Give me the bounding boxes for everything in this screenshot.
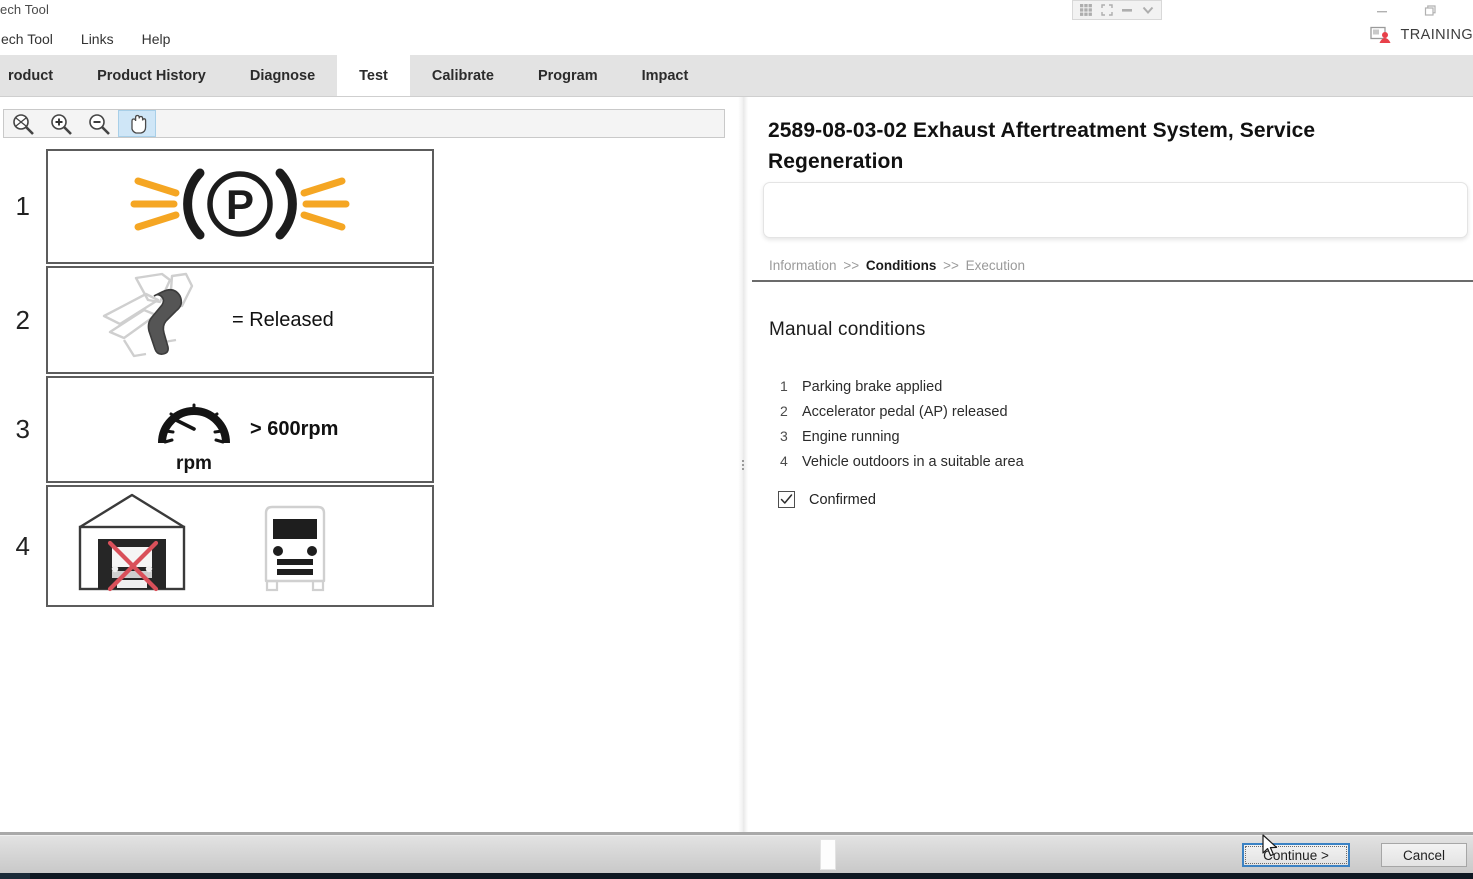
tab-product-history[interactable]: Product History bbox=[75, 55, 228, 96]
section-heading: Manual conditions bbox=[769, 319, 926, 340]
svg-text:P: P bbox=[226, 181, 254, 228]
training-user-icon bbox=[1369, 26, 1392, 44]
floating-overlay-toolbar[interactable] bbox=[1072, 0, 1162, 20]
tachometer-icon: rpm bbox=[154, 381, 234, 478]
confirmed-label: Confirmed bbox=[809, 491, 876, 508]
zoom-in-icon[interactable] bbox=[42, 110, 80, 137]
horizontal-scrollbar-thumb[interactable] bbox=[820, 839, 836, 870]
illustration-panel: 1 P 2 = Released 3 rpm > 600rpm 4 bbox=[0, 97, 740, 832]
tab-program[interactable]: Program bbox=[516, 55, 620, 96]
minimize-icon[interactable] bbox=[1375, 4, 1389, 18]
garage-no-truck-outdoors-truck-icon bbox=[70, 489, 390, 604]
menu-item-help[interactable]: Help bbox=[128, 26, 185, 52]
breadcrumb-item-conditions[interactable]: Conditions bbox=[866, 258, 937, 273]
menu-bar: ech Tool Links Help bbox=[0, 22, 1473, 55]
breadcrumb-separator: >> bbox=[843, 258, 860, 273]
chevron-down-icon[interactable] bbox=[1141, 3, 1155, 17]
illustration-box bbox=[46, 485, 434, 607]
tab-product[interactable]: roduct bbox=[0, 55, 75, 96]
breadcrumb-separator: >> bbox=[943, 258, 959, 273]
minimize-dash-icon[interactable] bbox=[1120, 3, 1134, 17]
expand-icon[interactable] bbox=[1100, 3, 1114, 17]
checkmark-icon bbox=[780, 494, 793, 504]
note-box bbox=[763, 182, 1468, 238]
illustration-item: 4 bbox=[0, 485, 740, 607]
illustration-box: = Released bbox=[46, 266, 434, 374]
breadcrumb-item-execution[interactable]: Execution bbox=[966, 258, 1025, 273]
illustration-number: 2 bbox=[15, 304, 30, 335]
accelerator-pedal-icon bbox=[100, 270, 210, 370]
list-item: 2 Accelerator pedal (AP) released bbox=[780, 403, 1380, 420]
zoom-fit-icon[interactable] bbox=[4, 110, 42, 137]
zoom-out-icon[interactable] bbox=[80, 110, 118, 137]
illustration-number: 4 bbox=[15, 530, 30, 561]
screen-bottom-edge bbox=[0, 873, 1473, 879]
training-label: TRAINING bbox=[1400, 27, 1473, 43]
condition-text: Vehicle outdoors in a suitable area bbox=[802, 454, 1024, 470]
confirmed-checkbox[interactable] bbox=[778, 491, 795, 508]
illustration-number: 3 bbox=[15, 414, 30, 444]
list-item: 4 Vehicle outdoors in a suitable area bbox=[780, 453, 1380, 470]
condition-text: Engine running bbox=[802, 429, 900, 445]
condition-text: Parking brake applied bbox=[802, 379, 943, 395]
gauge-unit-label: rpm bbox=[176, 453, 212, 473]
illustration-box: P bbox=[46, 149, 434, 264]
cancel-button[interactable]: Cancel bbox=[1381, 843, 1467, 867]
window-title: ech Tool bbox=[0, 2, 49, 17]
panel-splitter[interactable] bbox=[738, 97, 748, 832]
window-controls bbox=[1345, 0, 1465, 22]
conditions-list: 1 Parking brake applied 2 Accelerator pe… bbox=[780, 378, 1380, 478]
breadcrumb: Information >> Conditions >> Execution bbox=[769, 258, 1025, 273]
screen-bottom-left-edge bbox=[0, 873, 30, 879]
breadcrumb-item-information[interactable]: Information bbox=[769, 258, 837, 273]
page-title: 2589-08-03-02 Exhaust Aftertreatment Sys… bbox=[768, 119, 1316, 173]
illustration-list: 1 P 2 = Released 3 rpm > 600rpm 4 bbox=[0, 149, 740, 609]
illustration-item: 1 P bbox=[0, 149, 740, 264]
restore-icon[interactable] bbox=[1423, 4, 1437, 18]
training-indicator: TRAINING bbox=[1369, 26, 1473, 44]
menu-item-tech-tool[interactable]: ech Tool bbox=[0, 26, 67, 52]
condition-number: 1 bbox=[780, 378, 788, 394]
illustration-item: 3 rpm > 600rpm bbox=[0, 376, 740, 483]
tab-impact[interactable]: Impact bbox=[620, 55, 711, 96]
application-window: ech Tool ech Tool Links Help TRAINING ro… bbox=[0, 0, 1473, 879]
main-tab-bar: roduct Product History Diagnose Test Cal… bbox=[0, 55, 1473, 97]
illustration-label: = Released bbox=[232, 308, 334, 331]
condition-number: 3 bbox=[780, 428, 788, 444]
image-toolbar bbox=[3, 109, 725, 138]
illustration-box: rpm > 600rpm bbox=[46, 376, 434, 483]
grid-icon[interactable] bbox=[1079, 3, 1093, 17]
condition-text: Accelerator pedal (AP) released bbox=[802, 404, 1008, 420]
list-item: 1 Parking brake applied bbox=[780, 378, 1380, 395]
operation-panel: 2589-08-03-02 Exhaust Aftertreatment Sys… bbox=[752, 97, 1473, 832]
breadcrumb-divider bbox=[752, 280, 1473, 282]
tab-test[interactable]: Test bbox=[337, 55, 410, 96]
illustration-label: > 600rpm bbox=[250, 418, 339, 440]
list-item: 3 Engine running bbox=[780, 428, 1380, 445]
tab-calibrate[interactable]: Calibrate bbox=[410, 55, 516, 96]
tab-diagnose[interactable]: Diagnose bbox=[228, 55, 337, 96]
parking-brake-warning-icon: P bbox=[130, 159, 350, 254]
title-bar: ech Tool bbox=[0, 0, 1473, 22]
condition-number: 2 bbox=[780, 403, 788, 419]
splitter-grip-icon bbox=[742, 459, 744, 470]
confirmed-checkbox-row[interactable]: Confirmed bbox=[778, 491, 876, 508]
pan-hand-icon[interactable] bbox=[118, 110, 156, 137]
continue-button[interactable]: Continue > bbox=[1242, 843, 1350, 867]
condition-number: 4 bbox=[780, 453, 788, 469]
menu-item-links[interactable]: Links bbox=[67, 26, 128, 52]
illustration-number: 1 bbox=[15, 191, 30, 221]
illustration-item: 2 = Released bbox=[0, 266, 740, 374]
